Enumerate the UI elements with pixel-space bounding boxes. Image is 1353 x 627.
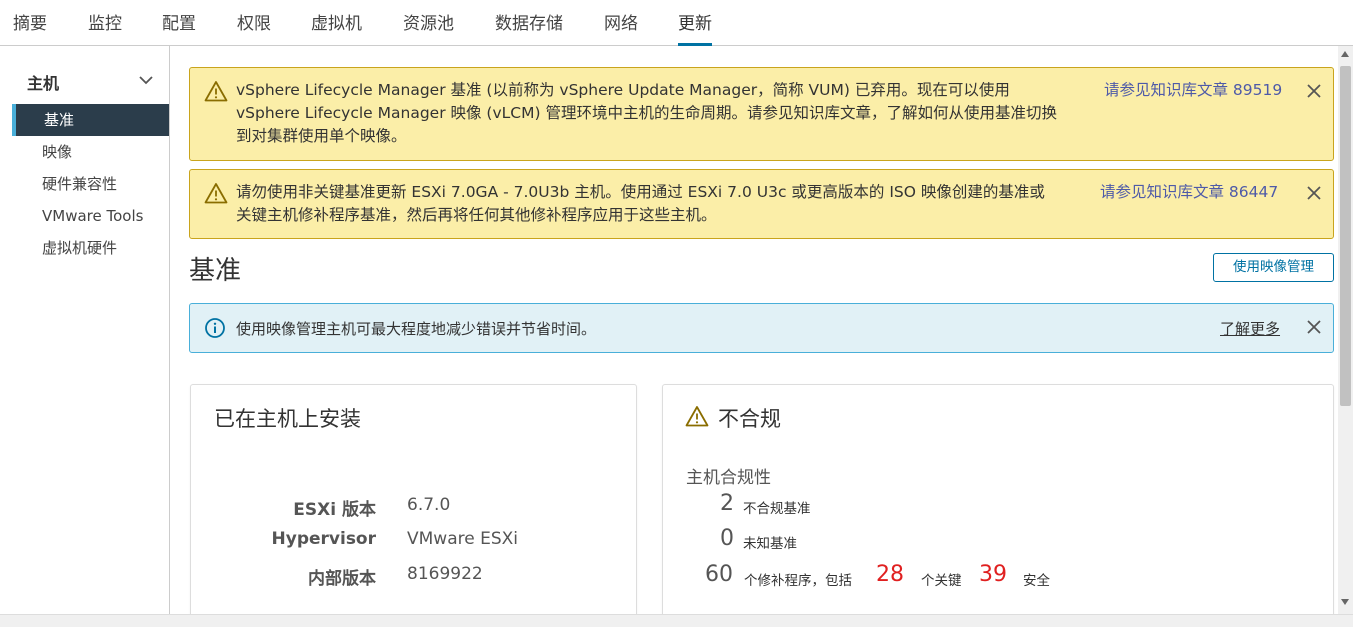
learn-more-link[interactable]: 了解更多: [1220, 318, 1280, 339]
unknown-baseline-count: 0: [720, 526, 734, 551]
patch-label: 个修补程序，包括: [744, 573, 852, 589]
critical-label: 个关键: [921, 573, 962, 589]
sidebar-item-baselines[interactable]: 基准: [12, 104, 169, 136]
banner-line: 关键主机修补程序基准，然后再将任何其他修补程序应用于这些主机。: [236, 206, 717, 224]
tab-summary[interactable]: 摘要: [13, 12, 47, 46]
critical-patch-count: 28: [876, 562, 904, 587]
security-label: 安全: [1023, 573, 1050, 589]
sidebar: 主机 基准 映像 硬件兼容性 VMware Tools 虚拟机硬件: [0, 46, 170, 614]
top-tab-bar: 摘要 监控 配置 权限 虚拟机 资源池 数据存储 网络 更新: [0, 0, 1353, 46]
tab-permissions[interactable]: 权限: [237, 12, 271, 46]
tab-monitor[interactable]: 监控: [88, 12, 122, 46]
noncompliant-baseline-count: 2: [720, 491, 734, 516]
build-label: 内部版本: [308, 569, 376, 589]
sidebar-item-hardware-compatibility[interactable]: 硬件兼容性: [12, 168, 169, 200]
host-compliance-heading: 主机合规性: [686, 468, 771, 488]
bottom-strip: [0, 614, 1353, 627]
noncompliant-baseline-label: 不合规基准: [743, 501, 811, 517]
scroll-down-icon[interactable]: [1341, 599, 1349, 605]
build-value: 8169922: [407, 564, 483, 584]
scrollbar-thumb[interactable]: [1340, 66, 1351, 406]
warning-icon: [204, 183, 228, 204]
sidebar-item-image[interactable]: 映像: [12, 136, 169, 168]
scroll-up-icon[interactable]: [1341, 51, 1349, 57]
tab-updates[interactable]: 更新: [678, 12, 712, 46]
chevron-down-icon[interactable]: [137, 71, 155, 89]
close-icon[interactable]: [1305, 318, 1323, 336]
card-title: 不合规: [718, 407, 781, 431]
vertical-scrollbar[interactable]: [1338, 46, 1353, 614]
banner-line: vSphere Lifecycle Manager 基准 (以前称为 vSphe…: [236, 81, 1010, 99]
hypervisor-label: Hypervisor: [271, 529, 376, 549]
hypervisor-value: VMware ESXi: [407, 529, 518, 549]
close-icon[interactable]: [1305, 82, 1323, 100]
tab-configure[interactable]: 配置: [162, 12, 196, 46]
warning-icon: [685, 406, 709, 427]
page-title: 基准: [189, 256, 242, 286]
sidebar-item-vmware-tools[interactable]: VMware Tools: [12, 200, 169, 232]
esxi-version-label: ESXi 版本: [293, 500, 376, 520]
banner-line: vSphere Lifecycle Manager 映像 (vLCM) 管理环境…: [236, 104, 1057, 122]
tab-resource-pools[interactable]: 资源池: [403, 12, 454, 46]
installed-on-host-card: 已在主机上安装 ESXi 版本 6.7.0 Hypervisor VMware …: [190, 384, 637, 614]
patch-count: 60: [705, 562, 733, 587]
banner-message: 请勿使用非关键基准更新 ESXi 7.0GA - 7.0U3b 主机。使用通过 …: [236, 181, 1045, 227]
info-banner: 使用映像管理主机可最大程度地减少错误并节省时间。 了解更多: [189, 303, 1334, 353]
deprecation-warning-banner: vSphere Lifecycle Manager 基准 (以前称为 vSphe…: [189, 67, 1334, 161]
tab-networks[interactable]: 网络: [604, 12, 638, 46]
tab-vms[interactable]: 虚拟机: [311, 12, 362, 46]
card-title: 已在主机上安装: [214, 407, 361, 431]
banner-line: 到对集群使用单个映像。: [236, 127, 407, 145]
non-critical-baseline-warning-banner: 请勿使用非关键基准更新 ESXi 7.0GA - 7.0U3b 主机。使用通过 …: [189, 169, 1334, 239]
esxi-version-value: 6.7.0: [407, 495, 451, 515]
sidebar-item-vm-hardware[interactable]: 虚拟机硬件: [12, 232, 169, 264]
main-content: vSphere Lifecycle Manager 基准 (以前称为 vSphe…: [171, 46, 1338, 614]
warning-icon: [204, 81, 228, 102]
tab-datastores[interactable]: 数据存储: [495, 12, 563, 46]
kb-article-89519-link[interactable]: 请参见知识库文章 89519: [1104, 79, 1282, 102]
unknown-baseline-label: 未知基准: [743, 536, 797, 552]
info-icon: [205, 318, 225, 338]
info-message: 使用映像管理主机可最大程度地减少错误并节省时间。: [236, 320, 597, 338]
sidebar-heading: 主机: [27, 74, 60, 93]
kb-article-86447-link[interactable]: 请参见知识库文章 86447: [1100, 181, 1278, 204]
banner-message: vSphere Lifecycle Manager 基准 (以前称为 vSphe…: [236, 79, 1057, 148]
use-image-management-button[interactable]: 使用映像管理: [1213, 253, 1334, 282]
banner-line: 请勿使用非关键基准更新 ESXi 7.0GA - 7.0U3b 主机。使用通过 …: [236, 183, 1045, 201]
close-icon[interactable]: [1305, 184, 1323, 202]
non-compliant-card: 不合规 主机合规性 2 不合规基准 0 未知基准 60 个修补程序，包括 28 …: [662, 384, 1334, 614]
security-patch-count: 39: [979, 562, 1007, 587]
